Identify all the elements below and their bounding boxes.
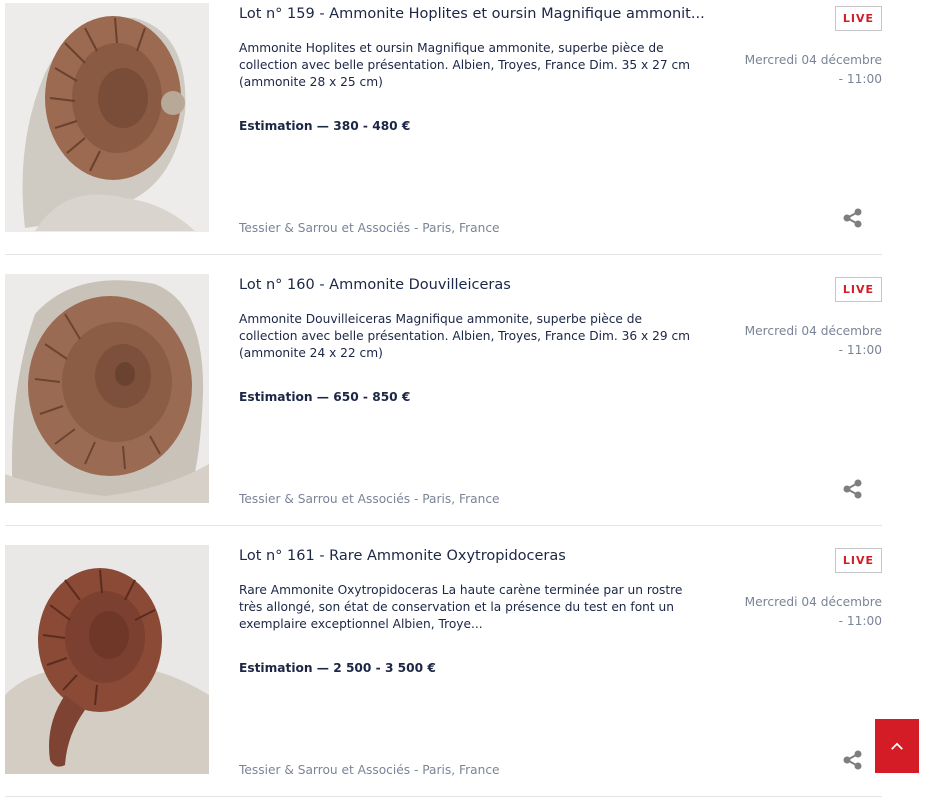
- sale-date: Mercredi 04 décembre - 11:00: [722, 593, 882, 631]
- live-badge: LIVE: [835, 6, 882, 31]
- lot-estimate: Estimation — 380 - 480 €: [239, 119, 411, 133]
- ammonite-photo-icon: [5, 545, 209, 774]
- live-badge: LIVE: [835, 548, 882, 573]
- lot-image[interactable]: [5, 274, 209, 503]
- lot-image[interactable]: [5, 3, 209, 232]
- lot-title[interactable]: Lot n° 159 - Ammonite Hoplites et oursin…: [239, 6, 709, 22]
- chevron-up-icon: [891, 742, 903, 750]
- lot-title[interactable]: Lot n° 160 - Ammonite Douvilleiceras: [239, 277, 709, 293]
- back-to-top-button[interactable]: [875, 719, 919, 773]
- lot-description: Ammonite Douvilleiceras Magnifique ammon…: [239, 312, 691, 360]
- lot-card: Lot n° 159 - Ammonite Hoplites et oursin…: [5, 3, 882, 255]
- share-icon[interactable]: [842, 478, 864, 500]
- sale-date-time: - 11:00: [838, 614, 882, 628]
- lot-title[interactable]: Lot n° 161 - Rare Ammonite Oxytropidocer…: [239, 548, 709, 564]
- sale-date-day: Mercredi 04 décembre: [744, 53, 882, 67]
- sale-date: Mercredi 04 décembre - 11:00: [722, 51, 882, 89]
- lot-estimate: Estimation — 650 - 850 €: [239, 390, 411, 404]
- sale-date-time: - 11:00: [838, 343, 882, 357]
- share-icon[interactable]: [842, 749, 864, 771]
- sale-date-time: - 11:00: [838, 72, 882, 86]
- auction-house[interactable]: Tessier & Sarrou et Associés - Paris, Fr…: [239, 492, 500, 506]
- share-icon[interactable]: [842, 207, 864, 229]
- auction-house[interactable]: Tessier & Sarrou et Associés - Paris, Fr…: [239, 763, 500, 777]
- lot-card: Lot n° 161 - Rare Ammonite Oxytropidocer…: [5, 545, 882, 797]
- lot-card: Lot n° 160 - Ammonite Douvilleiceras Amm…: [5, 274, 882, 526]
- ammonite-photo-icon: [5, 274, 209, 503]
- sale-date: Mercredi 04 décembre - 11:00: [722, 322, 882, 360]
- live-badge: LIVE: [835, 277, 882, 302]
- lot-estimate: Estimation — 2 500 - 3 500 €: [239, 661, 436, 675]
- lot-image[interactable]: [5, 545, 209, 774]
- lot-description: Rare Ammonite Oxytropidoceras La haute c…: [239, 583, 683, 631]
- sale-date-day: Mercredi 04 décembre: [744, 595, 882, 609]
- ammonite-photo-icon: [5, 3, 209, 232]
- sale-date-day: Mercredi 04 décembre: [744, 324, 882, 338]
- lot-description: Ammonite Hoplites et oursin Magnifique a…: [239, 41, 691, 89]
- auction-house[interactable]: Tessier & Sarrou et Associés - Paris, Fr…: [239, 221, 500, 235]
